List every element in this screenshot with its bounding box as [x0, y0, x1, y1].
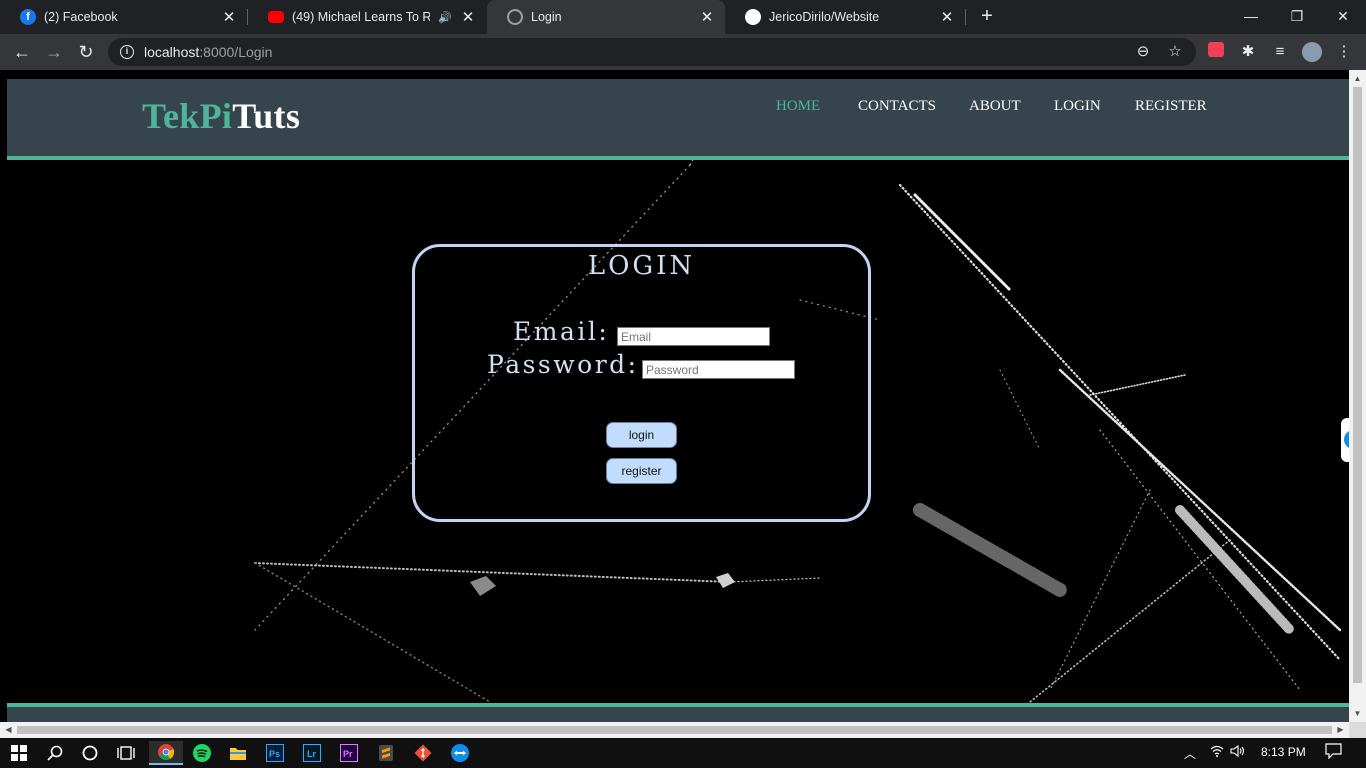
photoshop-icon[interactable]: Ps: [262, 741, 288, 765]
vertical-scroll-thumb[interactable]: [1353, 87, 1362, 683]
facebook-icon: f: [20, 9, 36, 25]
browser-toolbar: ← → ↻ i localhost:8000/Login ⊖ ☆ ✱ ≡ ⋮: [0, 34, 1366, 70]
tab-facebook[interactable]: f (2) Facebook ✕: [0, 0, 247, 34]
nav-contacts[interactable]: CONTACTS: [858, 98, 936, 115]
globe-icon: [507, 9, 523, 25]
address-bar[interactable]: i localhost:8000/Login ⊖ ☆: [108, 38, 1196, 66]
teamviewer-icon[interactable]: [447, 741, 473, 765]
reload-icon[interactable]: ↻: [74, 40, 98, 64]
pocket-icon[interactable]: [1206, 42, 1226, 62]
address-host: localhost: [144, 44, 200, 60]
star-icon[interactable]: ☆: [1166, 43, 1184, 61]
scrollbar-corner: [1349, 722, 1366, 738]
close-icon[interactable]: ✕: [221, 8, 237, 26]
horizontal-scroll-thumb[interactable]: [17, 726, 1332, 734]
media-control-icon[interactable]: ≡: [1270, 42, 1290, 62]
chrome-icon[interactable]: [149, 741, 183, 765]
premiere-icon[interactable]: Pr: [336, 741, 362, 765]
tab-title: JericoDirilo/Website: [769, 10, 880, 24]
scroll-up-icon[interactable]: ▲: [1349, 70, 1366, 87]
forward-icon[interactable]: →: [42, 40, 66, 64]
windows-taskbar: Ps Lr Pr ︿ 8:13 PM: [0, 738, 1366, 768]
nav-login[interactable]: LOGIN: [1054, 98, 1101, 115]
close-window-icon[interactable]: ✕: [1320, 0, 1366, 32]
back-icon[interactable]: ←: [10, 40, 34, 64]
site-info-icon[interactable]: i: [120, 45, 134, 59]
clock[interactable]: 8:13 PM: [1261, 745, 1306, 759]
svg-text:Pr: Pr: [343, 749, 353, 759]
menu-icon[interactable]: ⋮: [1334, 42, 1354, 62]
email-label: Email:: [513, 317, 610, 346]
tab-separator: [965, 9, 966, 25]
search-icon[interactable]: [42, 741, 68, 765]
login-button[interactable]: login: [606, 422, 677, 448]
git-icon[interactable]: [410, 741, 436, 765]
speaker-icon[interactable]: 🔊: [438, 11, 452, 24]
tab-github[interactable]: JericoDirilo/Website ✕: [725, 0, 965, 34]
tab-title: (49) Michael Learns To Rock,: [292, 10, 431, 24]
task-view-icon[interactable]: [113, 741, 139, 765]
windows-start-icon[interactable]: [6, 741, 32, 765]
login-box: LOGIN Email: Password: login register: [412, 244, 871, 522]
close-icon[interactable]: ✕: [699, 8, 715, 26]
site-navbar: TekPiTuts HOME CONTACTS ABOUT LOGIN REGI…: [7, 79, 1349, 160]
volume-icon[interactable]: [1230, 744, 1246, 760]
spotify-icon[interactable]: [189, 741, 215, 765]
cortana-icon[interactable]: [77, 741, 103, 765]
youtube-icon: [268, 11, 284, 23]
site-logo[interactable]: TekPiTuts: [142, 95, 300, 137]
zoom-icon[interactable]: ⊖: [1134, 43, 1152, 61]
logo-part-1: TekPi: [142, 96, 233, 136]
browser-tab-bar: f (2) Facebook ✕ (49) Michael Learns To …: [0, 0, 1366, 34]
tab-title: (2) Facebook: [44, 10, 118, 24]
tab-login[interactable]: Login ✕: [487, 0, 725, 34]
new-tab-button[interactable]: +: [976, 6, 998, 28]
nav-register[interactable]: REGISTER: [1135, 98, 1207, 115]
tray-chevron-icon[interactable]: ︿: [1184, 745, 1196, 762]
register-button[interactable]: register: [606, 458, 677, 484]
logo-part-2: Tuts: [232, 96, 301, 136]
notification-icon[interactable]: [1325, 743, 1342, 762]
tab-title: Login: [531, 10, 562, 24]
github-icon: [745, 9, 761, 25]
close-icon[interactable]: ✕: [460, 8, 476, 26]
password-field[interactable]: [642, 360, 795, 379]
nav-about[interactable]: ABOUT: [969, 98, 1021, 115]
avatar[interactable]: [1302, 42, 1322, 62]
scroll-right-icon[interactable]: ▶: [1332, 722, 1349, 738]
email-field[interactable]: [617, 327, 770, 346]
svg-text:Ps: Ps: [269, 749, 280, 759]
lightroom-icon[interactable]: Lr: [299, 741, 325, 765]
restore-icon[interactable]: ❐: [1274, 0, 1320, 32]
tab-youtube[interactable]: (49) Michael Learns To Rock, 🔊 ✕: [248, 0, 486, 34]
svg-text:Lr: Lr: [307, 749, 316, 759]
scroll-left-icon[interactable]: ◀: [0, 722, 17, 738]
password-label: Password:: [487, 350, 639, 379]
wifi-icon[interactable]: [1210, 745, 1224, 760]
horizontal-scrollbar[interactable]: ◀ ▶: [0, 722, 1349, 738]
address-path: :8000/Login: [199, 44, 273, 60]
nav-home[interactable]: HOME: [776, 98, 820, 115]
close-icon[interactable]: ✕: [939, 8, 955, 26]
page-viewport: TekPiTuts HOME CONTACTS ABOUT LOGIN REGI…: [0, 70, 1366, 738]
vertical-scrollbar[interactable]: ▲ ▼: [1349, 70, 1366, 722]
scroll-down-icon[interactable]: ▼: [1349, 705, 1366, 722]
minimize-icon[interactable]: —: [1228, 0, 1274, 32]
extensions-icon[interactable]: ✱: [1238, 42, 1258, 62]
file-explorer-icon[interactable]: [225, 741, 251, 765]
login-title: LOGIN: [587, 251, 696, 281]
sublime-text-icon[interactable]: [373, 741, 399, 765]
